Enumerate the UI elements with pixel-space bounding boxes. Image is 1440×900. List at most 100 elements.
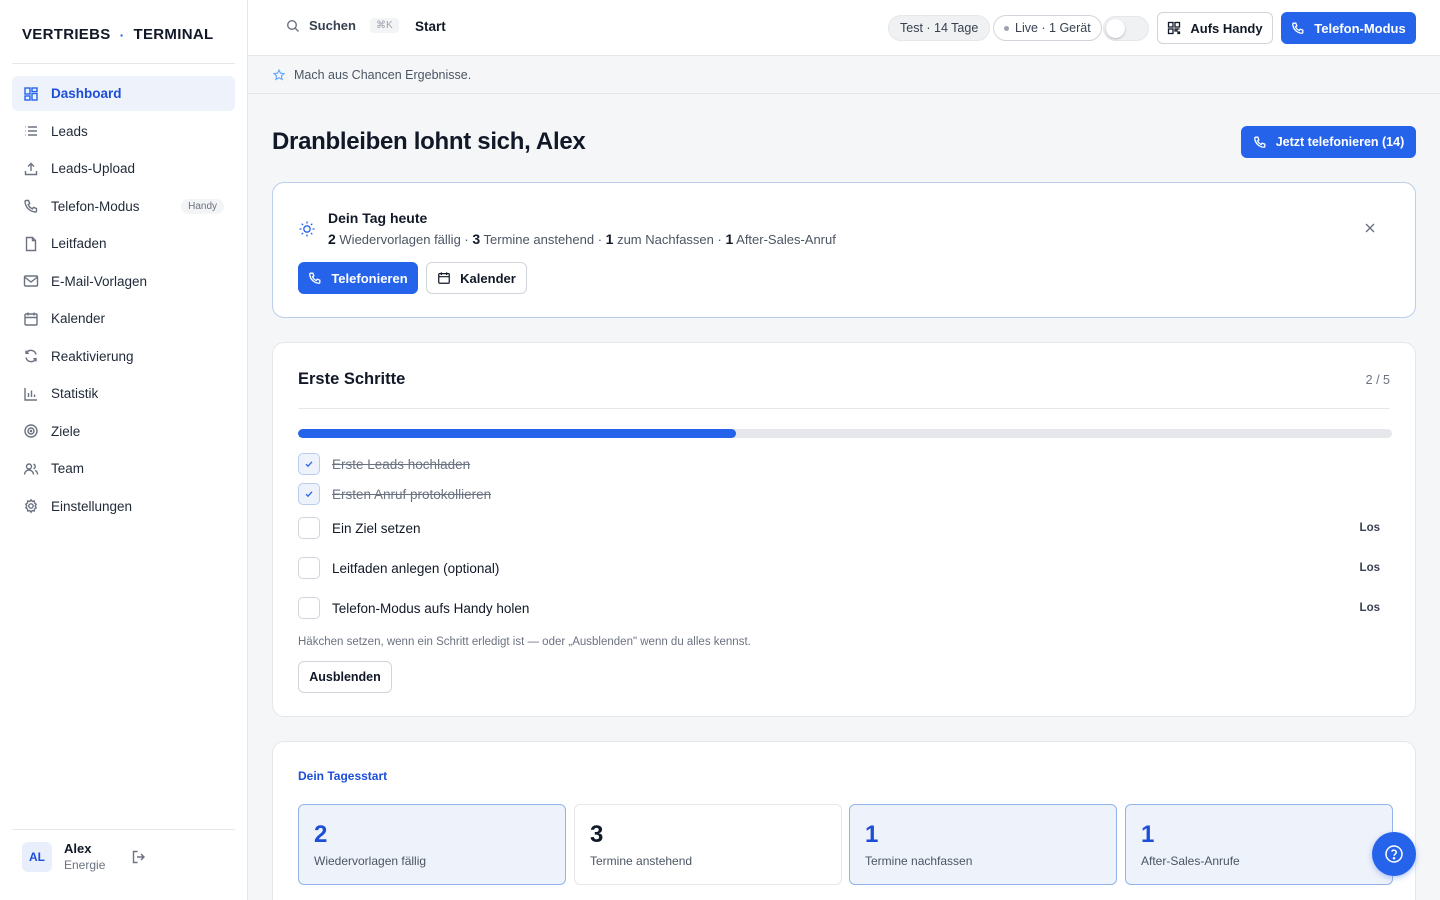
sidebar-item-email-vorlagen[interactable]: E-Mail-Vorlagen	[12, 264, 235, 299]
day-start-card: Dein Tagesstart 2 Wiedervorlagen fällig …	[272, 741, 1416, 900]
sidebar-item-telefon-modus[interactable]: Telefon-Modus Handy	[12, 189, 235, 224]
day-summary-card: Dein Tag heute 2 Wiedervorlagen fällig ·…	[272, 182, 1416, 318]
sidebar-item-reaktivierung[interactable]: Reaktivierung	[12, 339, 235, 374]
sidebar-item-ziele[interactable]: Ziele	[12, 414, 235, 449]
mail-icon	[23, 273, 39, 289]
stat-tile-wiedervorlagen[interactable]: 2 Wiedervorlagen fällig	[298, 804, 566, 885]
step-item: Leitfaden anlegen (optional) Los	[298, 557, 1392, 579]
motto-text: Mach aus Chancen Ergebnisse.	[294, 67, 472, 82]
user-name: Alex	[64, 841, 92, 856]
stat-label: Termine nachfassen	[865, 854, 973, 868]
sidebar-item-kalender[interactable]: Kalender	[12, 301, 235, 336]
aufs-handy-label: Aufs Handy	[1190, 20, 1263, 36]
logout-icon[interactable]	[131, 849, 147, 865]
search-icon	[286, 19, 300, 33]
ausblenden-button[interactable]: Ausblenden	[298, 661, 392, 693]
steps-count: 2 / 5	[1365, 373, 1390, 387]
brand-right: TERMINAL	[133, 26, 214, 43]
search-button[interactable]: Suchen ⌘K	[286, 18, 399, 33]
user-profile[interactable]: AL Alex Energie	[22, 841, 147, 872]
day-summary: 2 Wiedervorlagen fällig · 3 Termine anst…	[328, 231, 836, 247]
live-status-pill[interactable]: Live · 1 Gerät	[993, 15, 1102, 41]
sidebar-item-label: Team	[51, 461, 85, 476]
jetzt-telefonieren-button[interactable]: Jetzt telefonieren (14)	[1241, 126, 1416, 158]
sidebar-item-leads-upload[interactable]: Leads-Upload	[12, 151, 235, 186]
sidebar-item-label: Ziele	[51, 423, 81, 439]
help-button[interactable]	[1372, 832, 1416, 876]
step-checkbox[interactable]	[298, 483, 320, 505]
telefon-modus-button[interactable]: Telefon-Modus	[1281, 12, 1416, 44]
sidebar: VERTRIEBS · TERMINAL Dashboard Leads Lea…	[0, 0, 248, 900]
step-checkbox[interactable]	[298, 517, 320, 539]
step-go-link[interactable]: Los	[1360, 562, 1380, 574]
stat-label: After-Sales-Anrufe	[1141, 854, 1240, 868]
trial-badge: Test · 14 Tage	[888, 15, 991, 41]
gear-icon	[23, 498, 39, 514]
steps-hint: Häkchen setzen, wenn ein Schritt erledig…	[298, 636, 751, 648]
steps-title: Erste Schritte	[298, 370, 406, 388]
sidebar-item-label: Leitfaden	[51, 236, 107, 251]
stat-tile-nachfassen[interactable]: 1 Termine nachfassen	[849, 804, 1117, 885]
handy-badge: Handy	[181, 198, 224, 214]
steps-progress-bar	[298, 429, 1392, 438]
sidebar-item-label: Dashboard	[51, 86, 122, 101]
sidebar-nav: Dashboard Leads Leads-Upload Telefon-Mod…	[12, 76, 235, 526]
brand-logo[interactable]: VERTRIEBS · TERMINAL	[22, 26, 213, 43]
telefonieren-label: Telefonieren	[331, 270, 408, 286]
sidebar-item-leitfaden[interactable]: Leitfaden	[12, 226, 235, 261]
stat-tile-termine[interactable]: 3 Termine anstehend	[574, 804, 842, 885]
sidebar-item-leads[interactable]: Leads	[12, 114, 235, 149]
stat-label: Wiedervorlagen fällig	[314, 854, 427, 868]
day-title: Dein Tag heute	[328, 210, 428, 226]
users-icon	[23, 461, 39, 477]
summary-text: After-Sales-Anruf	[733, 232, 836, 247]
upload-icon	[23, 161, 39, 177]
sidebar-item-dashboard[interactable]: Dashboard	[12, 76, 235, 111]
step-label: Ersten Anruf protokollieren	[332, 486, 492, 502]
sidebar-item-team[interactable]: Team	[12, 451, 235, 486]
step-item: Ein Ziel setzen Los	[298, 517, 1392, 539]
sidebar-item-einstellungen[interactable]: Einstellungen	[12, 489, 235, 524]
close-icon[interactable]	[1363, 221, 1377, 235]
step-label: Leitfaden anlegen (optional)	[332, 560, 500, 576]
page-title: Dranbleiben lohnt sich, Alex	[272, 128, 586, 155]
sidebar-item-label: Reaktivierung	[51, 348, 134, 364]
summary-count: 3	[472, 231, 481, 247]
sidebar-item-label: Telefon-Modus	[51, 198, 140, 214]
step-go-link[interactable]: Los	[1360, 522, 1380, 534]
step-go-link[interactable]: Los	[1360, 602, 1380, 614]
step-checkbox[interactable]	[298, 557, 320, 579]
sidebar-item-label: Statistik	[51, 386, 99, 401]
sidebar-item-label: Einstellungen	[51, 498, 133, 514]
stat-tile-after-sales[interactable]: 1 After-Sales-Anrufe	[1125, 804, 1393, 885]
step-item: Ersten Anruf protokollieren	[298, 483, 1392, 505]
sidebar-item-statistik[interactable]: Statistik	[12, 376, 235, 411]
theme-toggle[interactable]	[1103, 16, 1149, 41]
sidebar-item-label: Kalender	[51, 311, 106, 326]
stat-number: 1	[1141, 821, 1155, 848]
document-icon	[23, 236, 39, 252]
phone-icon	[1291, 21, 1305, 35]
live-dot-icon	[1004, 25, 1009, 31]
search-shortcut: ⌘K	[369, 18, 399, 33]
step-checkbox[interactable]	[298, 597, 320, 619]
phone-icon	[1253, 135, 1267, 149]
step-checkbox[interactable]	[298, 453, 320, 475]
calendar-icon	[437, 271, 451, 285]
aufs-handy-button[interactable]: Aufs Handy	[1157, 12, 1273, 44]
sidebar-item-label: Leads	[51, 123, 88, 139]
step-item: Telefon-Modus aufs Handy holen Los	[298, 597, 1392, 619]
kalender-button[interactable]: Kalender	[426, 262, 527, 294]
brand-dot: ·	[119, 26, 125, 43]
steps-divider	[298, 408, 1390, 409]
breadcrumb[interactable]: Start	[415, 19, 446, 34]
step-label: Telefon-Modus aufs Handy holen	[332, 600, 530, 616]
calendar-icon	[23, 311, 39, 327]
telefonieren-button[interactable]: Telefonieren	[298, 262, 418, 294]
live-status-label: Live · 1 Gerät	[1015, 21, 1091, 35]
target-icon	[23, 423, 39, 439]
brand-divider	[12, 63, 235, 64]
sidebar-item-label: E-Mail-Vorlagen	[51, 273, 148, 289]
summary-count: 2	[328, 231, 336, 247]
kalender-label: Kalender	[460, 270, 516, 286]
